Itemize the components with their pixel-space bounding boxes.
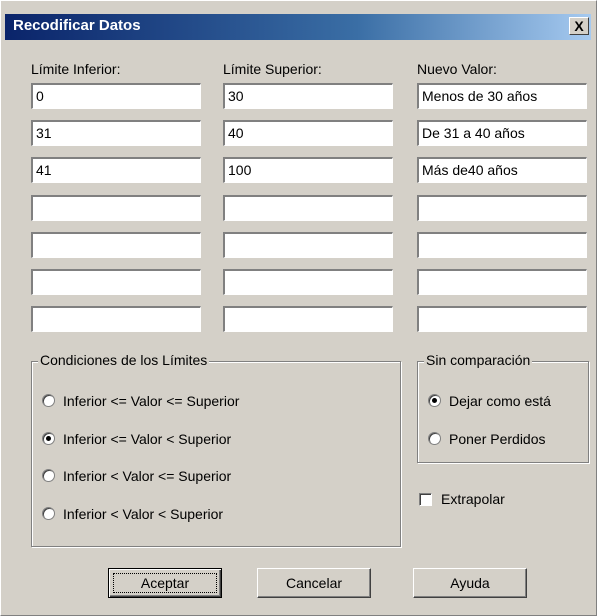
recode-dialog: Recodificar Datos X Límite Inferior: Lím…	[0, 0, 597, 616]
new-value-field-7[interactable]	[417, 306, 587, 332]
radio-button-selected[interactable]	[428, 394, 441, 407]
lower-limit-label: Límite Inferior:	[31, 61, 121, 77]
radio-button[interactable]	[42, 469, 55, 482]
lower-limit-field-4[interactable]	[31, 195, 201, 221]
upper-limit-field-6[interactable]	[223, 269, 393, 295]
title-bar[interactable]: Recodificar Datos X	[5, 14, 591, 40]
condition-option-label: Inferior <= Valor <= Superior	[63, 393, 240, 409]
new-value-field-6[interactable]	[417, 269, 587, 295]
lower-limit-field-7[interactable]	[31, 306, 201, 332]
no-match-option-label: Dejar como está	[449, 393, 551, 409]
upper-limit-field-4[interactable]	[223, 195, 393, 221]
upper-limit-field-1[interactable]: 30	[223, 83, 393, 109]
new-value-field-3[interactable]: Más de40 años	[417, 157, 587, 183]
focus-rect	[113, 573, 217, 593]
upper-limit-field-7[interactable]	[223, 306, 393, 332]
condition-option-label: Inferior <= Valor < Superior	[63, 431, 232, 447]
accept-button[interactable]: Aceptar	[108, 568, 222, 598]
lower-limit-field-2[interactable]: 31	[31, 120, 201, 146]
radio-button-selected[interactable]	[42, 432, 55, 445]
condition-option-label: Inferior < Valor < Superior	[63, 506, 224, 522]
lower-limit-field-6[interactable]	[31, 269, 201, 295]
new-value-field-5[interactable]	[417, 232, 587, 258]
radio-button[interactable]	[42, 394, 55, 407]
conditions-group-title: Condiciones de los Límites	[38, 352, 210, 368]
upper-limit-field-5[interactable]	[223, 232, 393, 258]
extrapolate-label: Extrapolar	[441, 491, 505, 507]
no-match-group: Sin comparación Dejar como está Poner Pe…	[417, 352, 589, 463]
no-match-option-label: Poner Perdidos	[449, 431, 546, 447]
radio-button[interactable]	[428, 432, 441, 445]
new-value-label: Nuevo Valor:	[417, 61, 497, 77]
condition-option-label: Inferior < Valor <= Superior	[63, 468, 232, 484]
new-value-field-4[interactable]	[417, 195, 587, 221]
help-button-label: Ayuda	[450, 575, 490, 591]
lower-limit-field-1[interactable]: 0	[31, 83, 201, 109]
cancel-button-label: Cancelar	[285, 575, 343, 591]
extrapolate-checkbox[interactable]	[419, 493, 432, 506]
upper-limit-label: Límite Superior:	[223, 61, 322, 77]
new-value-field-1[interactable]: Menos de 30 años	[417, 83, 587, 109]
upper-limit-field-2[interactable]: 40	[223, 120, 393, 146]
radio-dot-icon	[432, 398, 437, 403]
no-match-group-title: Sin comparación	[424, 352, 533, 368]
radio-dot-icon	[46, 436, 51, 441]
cancel-button[interactable]: Cancelar	[257, 568, 371, 598]
conditions-group: Condiciones de los Límites Inferior <= V…	[31, 352, 401, 547]
new-value-field-2[interactable]: De 31 a 40 años	[417, 120, 587, 146]
lower-limit-field-5[interactable]	[31, 232, 201, 258]
help-button[interactable]: Ayuda	[413, 568, 527, 598]
dialog-title: Recodificar Datos	[13, 17, 141, 34]
radio-button[interactable]	[42, 507, 55, 520]
upper-limit-field-3[interactable]: 100	[223, 157, 393, 183]
close-button[interactable]: X	[569, 17, 589, 35]
lower-limit-field-3[interactable]: 41	[31, 157, 201, 183]
